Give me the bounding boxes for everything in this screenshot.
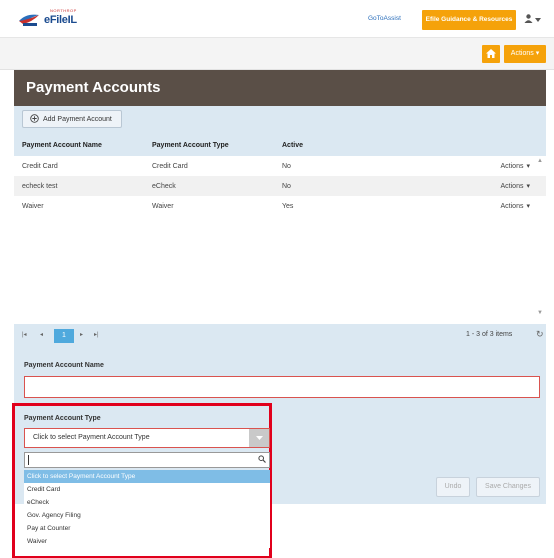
last-page-icon[interactable]: ▸| xyxy=(94,331,99,338)
grid-pager: |◂ ◂ 1 ▸ ▸| 1 - 3 of 3 items ↻ xyxy=(14,324,546,348)
actions-menu-button[interactable]: Actions ▾ xyxy=(504,45,546,63)
home-icon xyxy=(486,48,496,60)
efile-guidance-button[interactable]: Efile Guidance & Resources xyxy=(422,10,516,30)
row-actions-menu[interactable]: Actions ▾ xyxy=(501,176,530,196)
logo-subtext: NORTHROP xyxy=(50,8,77,13)
caret-down-icon: ▾ xyxy=(526,203,530,210)
row-actions-menu[interactable]: Actions ▾ xyxy=(501,156,530,176)
caret-down-icon: ▾ xyxy=(526,183,530,190)
page-title: Payment Accounts xyxy=(26,79,161,96)
logo-text: eFileIL xyxy=(44,14,77,26)
dropdown-option[interactable]: Gov. Agency Filing xyxy=(24,509,270,522)
undo-button[interactable]: Undo xyxy=(436,477,470,497)
dropdown-option[interactable]: Pay at Counter xyxy=(24,522,270,535)
dropdown-options-list: Click to select Payment Account Type Cre… xyxy=(24,470,270,548)
save-changes-button[interactable]: Save Changes xyxy=(476,477,540,497)
user-icon xyxy=(524,13,533,25)
cell-account-type: eCheck xyxy=(152,182,176,190)
table-row[interactable]: Waiver Waiver Yes Actions ▾ xyxy=(14,196,546,216)
payment-accounts-grid: Payment Account Name Payment Account Typ… xyxy=(14,134,546,324)
dropdown-option[interactable]: Credit Card xyxy=(24,483,270,496)
previous-page-icon[interactable]: ◂ xyxy=(40,331,43,338)
grid-rows: Credit Card Credit Card No Actions ▾ ech… xyxy=(14,156,546,216)
dropdown-option[interactable]: eCheck xyxy=(24,496,270,509)
cell-active: No xyxy=(282,162,291,170)
column-header-type[interactable]: Payment Account Type xyxy=(152,134,229,156)
text-cursor xyxy=(28,455,29,465)
dropdown-option[interactable]: Waiver xyxy=(24,535,270,548)
gotoassist-link[interactable]: GoToAssist xyxy=(368,15,401,22)
account-type-label: Payment Account Type xyxy=(24,415,101,422)
add-payment-account-button[interactable]: Add Payment Account xyxy=(22,110,122,128)
next-page-icon[interactable]: ▸ xyxy=(80,331,83,338)
cell-account-type: Credit Card xyxy=(152,162,188,170)
pager-info: 1 - 3 of 3 items xyxy=(466,331,513,338)
account-type-select[interactable]: Click to select Payment Account Type xyxy=(24,428,270,448)
first-page-icon[interactable]: |◂ xyxy=(22,331,27,338)
scroll-up-arrow-icon[interactable]: ▲ xyxy=(537,158,543,164)
user-menu[interactable] xyxy=(524,12,546,26)
efile-logo[interactable]: NORTHROP eFileIL xyxy=(18,8,77,30)
plus-circle-icon xyxy=(30,113,39,125)
account-name-input[interactable] xyxy=(24,376,540,398)
cell-account-type: Waiver xyxy=(152,202,174,210)
column-header-name[interactable]: Payment Account Name xyxy=(22,134,102,156)
sub-toolbar: Actions ▾ xyxy=(0,38,554,70)
refresh-icon[interactable]: ↻ xyxy=(536,329,544,340)
cell-account-name: Waiver xyxy=(22,202,44,210)
current-page-number[interactable]: 1 xyxy=(54,329,74,343)
dropdown-option[interactable]: Click to select Payment Account Type xyxy=(24,470,270,483)
grid-header: Payment Account Name Payment Account Typ… xyxy=(14,134,546,156)
column-header-active[interactable]: Active xyxy=(282,134,303,156)
table-row[interactable]: echeck test eCheck No Actions ▾ xyxy=(14,176,546,196)
row-actions-menu[interactable]: Actions ▾ xyxy=(501,196,530,216)
table-row[interactable]: Credit Card Credit Card No Actions ▾ xyxy=(14,156,546,176)
search-icon xyxy=(258,455,266,465)
cell-account-name: echeck test xyxy=(22,182,58,190)
dropdown-arrow-icon[interactable] xyxy=(249,429,269,447)
chevron-down-icon xyxy=(535,15,541,24)
account-name-label: Payment Account Name xyxy=(24,362,104,369)
caret-down-icon: ▾ xyxy=(526,163,530,170)
scroll-down-arrow-icon[interactable]: ▼ xyxy=(537,310,543,316)
cell-active: Yes xyxy=(282,202,294,210)
cell-active: No xyxy=(282,182,291,190)
panel-header: Payment Accounts xyxy=(14,70,546,106)
dropdown-search-input[interactable] xyxy=(24,452,270,468)
cell-account-name: Credit Card xyxy=(22,162,58,170)
select-current-value: Click to select Payment Account Type xyxy=(33,434,150,441)
logo-mark-icon xyxy=(18,12,40,28)
home-button[interactable] xyxy=(482,45,500,63)
top-navbar: NORTHROP eFileIL GoToAssist Efile Guidan… xyxy=(0,0,554,38)
